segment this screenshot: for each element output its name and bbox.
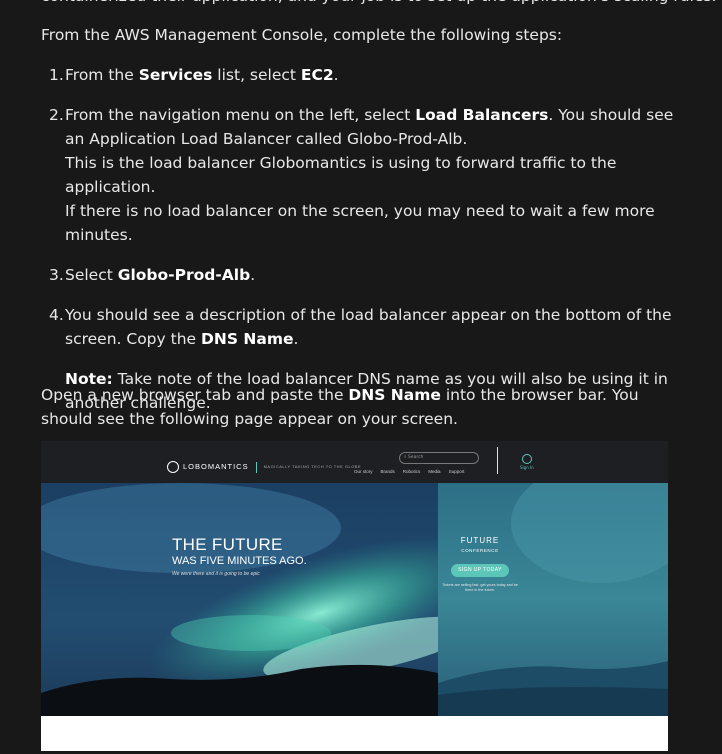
nav-link: Media — [428, 469, 441, 474]
globomantics-logo: LOBOMANTICS Magically taking tech to the… — [167, 455, 361, 479]
logo-tagline: Magically taking tech to the globe — [263, 464, 362, 469]
dns-name-bold: DNS Name — [348, 386, 441, 404]
hero-line2: WAS FIVE MINUTES AGO. — [172, 555, 307, 567]
hero-banner: THE FUTURE WAS FIVE MINUTES AGO. We were… — [41, 483, 668, 716]
user-icon — [521, 454, 532, 464]
logo-divider — [255, 461, 257, 473]
globomantics-screenshot: LOBOMANTICS Magically taking tech to the… — [41, 441, 668, 751]
conference-panel: FUTURE CONFERENCE SIGN UP TODAY Tickets … — [440, 535, 520, 593]
logo-text: LOBOMANTICS — [183, 462, 249, 471]
site-nav-bar: LOBOMANTICS Magically taking tech to the… — [41, 441, 668, 483]
hero-subtitle: We were there and it is going to be epic — [172, 571, 260, 577]
page-bottom — [41, 716, 668, 751]
hero-line1: THE FUTURE — [172, 535, 283, 554]
sign-in: Sign In — [520, 454, 534, 471]
sign-up-button: SIGN UP TODAY — [451, 564, 509, 577]
load-balancers-bold: Load Balancers — [415, 106, 549, 124]
step-number: 4. — [49, 306, 64, 324]
cut-off-text-line: containerized their application, and you… — [41, 0, 716, 8]
nav-link: Our story — [354, 469, 373, 474]
step-number: 2. — [49, 106, 64, 124]
step-1: 1. From the Services list, select EC2. — [41, 63, 681, 87]
nav-divider — [497, 447, 498, 474]
nav-link: Support — [448, 469, 465, 474]
services-bold: Services — [138, 66, 213, 84]
site-nav-links: Our story Brands Robotics Media Support — [354, 468, 464, 476]
aurora-background — [41, 483, 668, 716]
globe-logo-icon — [167, 461, 179, 473]
future-title: FUTURE — [460, 536, 500, 545]
nav-link: Robotics — [402, 469, 421, 474]
globo-prod-alb-bold: Globo-Prod-Alb — [117, 266, 251, 284]
hero-headline: THE FUTURE WAS FIVE MINUTES AGO. We were… — [172, 535, 307, 580]
conference-subtitle: CONFERENCE — [461, 548, 499, 553]
open-tab-instruction: Open a new browser tab and paste the DNS… — [41, 386, 639, 428]
site-search-input: ⌕ Search — [399, 452, 479, 464]
step-2: 2. From the navigation menu on the left,… — [41, 103, 681, 247]
ec2-bold: EC2 — [300, 66, 334, 84]
tickets-note: Tickets are selling fast, get yours toda… — [442, 583, 518, 592]
step-number: 3. — [49, 266, 64, 284]
steps-list: 1. From the Services list, select EC2. 2… — [41, 63, 681, 431]
step-3: 3. Select Globo-Prod-Alb. — [41, 263, 681, 287]
step-number: 1. — [49, 66, 64, 84]
dns-name-bold: DNS Name — [201, 330, 294, 348]
intro-text: From the AWS Management Console, complet… — [41, 26, 563, 44]
nav-link: Brands — [380, 469, 395, 474]
